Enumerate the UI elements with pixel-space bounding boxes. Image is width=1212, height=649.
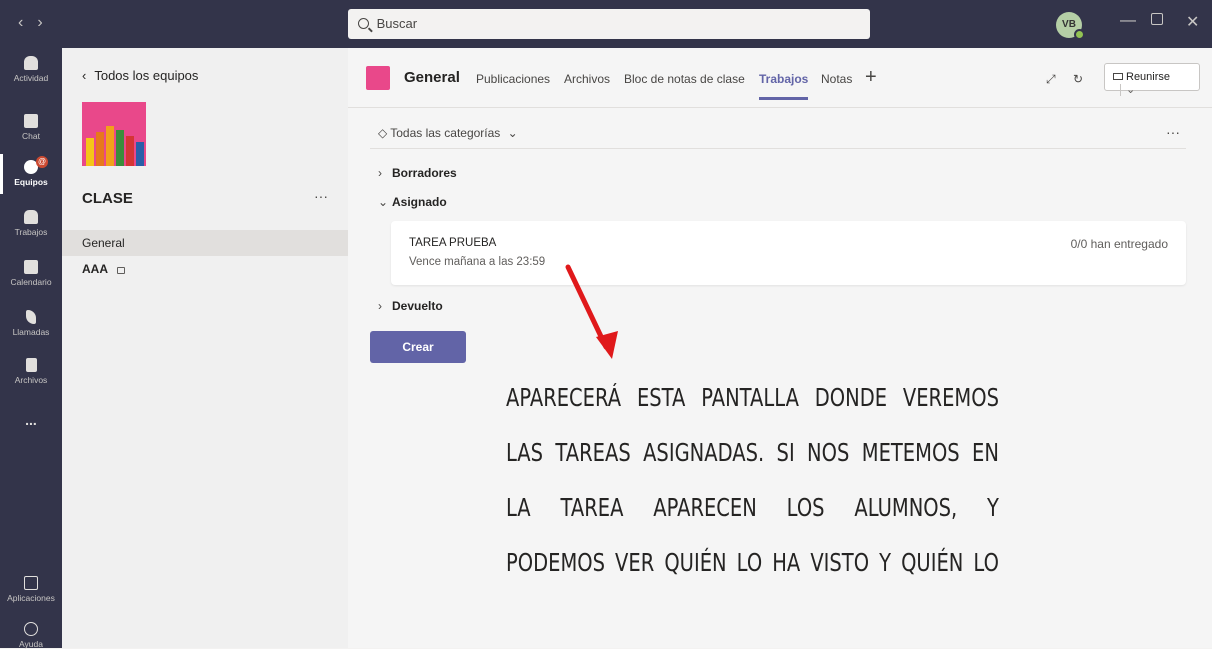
chevron-down-icon: ⌄ [378, 195, 389, 209]
rail-item-label: Trabajos [14, 227, 48, 237]
tab-bloc-de-notas[interactable]: Bloc de notas de clase [624, 72, 745, 86]
teams-panel: ‹ Todos los equipos CLASE ··· General AAA [62, 48, 348, 648]
chevron-left-icon: ‹ [82, 68, 87, 83]
rail-item-label: Archivos [14, 375, 48, 385]
pencil-shape [126, 136, 134, 166]
chevron-down-icon: ⌄ [507, 126, 518, 140]
tag-icon: ◇ [378, 126, 388, 140]
pencil-shape [116, 130, 124, 166]
back-to-teams-link[interactable]: ‹ Todos los equipos [82, 68, 198, 83]
tab-archivos[interactable]: Archivos [564, 72, 610, 86]
section-devuelto[interactable]: › Devuelto [378, 299, 443, 313]
rail-item-actividad[interactable]: Actividad [0, 56, 62, 83]
rail-item-label: Aplicaciones [7, 593, 55, 603]
search-input[interactable]: Buscar [348, 9, 870, 39]
phone-icon [26, 310, 36, 324]
close-button[interactable]: ✕ [1186, 12, 1199, 32]
maximize-button[interactable] [1151, 13, 1163, 25]
assignment-due: Vence mañana a las 23:59 [409, 256, 546, 268]
lock-icon [116, 267, 125, 274]
back-label: Todos los equipos [94, 68, 199, 83]
rail-item-equipos[interactable]: @ Equipos [0, 154, 62, 194]
channel-item-general[interactable]: General [62, 230, 348, 256]
assignment-title: TAREA PRUEBA [409, 237, 497, 249]
rail-item-label: Calendario [10, 277, 52, 287]
channel-title: General [404, 69, 460, 86]
expand-icon[interactable]: ⤢ [1046, 72, 1056, 87]
apps-icon [24, 576, 38, 590]
rail-item-trabajos[interactable]: Trabajos [0, 210, 62, 237]
pencil-shape [86, 138, 94, 166]
backpack-icon [24, 210, 38, 224]
chat-icon [24, 114, 38, 128]
annotation-line: LAS TAREAS ASIGNADAS. SI NOS METEMOS EN [506, 438, 999, 467]
section-label: Borradores [392, 166, 457, 180]
navigation-arrows[interactable]: ‹› [18, 14, 57, 32]
video-camera-icon [1113, 73, 1123, 80]
filter-label: Todas las categorías [390, 126, 501, 140]
help-icon [24, 622, 38, 636]
annotation-line: PODEMOS VER QUIÉN LO HA VISTO Y QUIÉN LO [506, 548, 999, 577]
rail-item-chat[interactable]: Chat [0, 114, 62, 141]
channel-image [366, 66, 390, 90]
chevron-down-icon[interactable]: ⌄ [1120, 84, 1136, 96]
title-bar: ‹› Buscar VB — ✕ [0, 0, 1212, 48]
minimize-button[interactable]: — [1120, 12, 1136, 30]
main-content: General Publicaciones Archivos Bloc de n… [348, 48, 1212, 648]
assignment-card[interactable]: TAREA PRUEBA Vence mañana a las 23:59 0/… [391, 221, 1186, 285]
channel-label: AAA [82, 262, 108, 276]
search-placeholder: Buscar [376, 16, 418, 31]
rail-item-label: Llamadas [12, 327, 50, 337]
file-icon [25, 358, 37, 372]
bell-icon [24, 56, 38, 70]
annotation-line: APARECERÁ ESTA PANTALLA DONDE VEREMOS [506, 383, 999, 412]
rail-item-label: Actividad [13, 73, 49, 83]
submission-count: 0/0 han entregado [1070, 237, 1168, 251]
meet-button[interactable]: Reunirse ⌄ [1104, 63, 1200, 96]
create-button[interactable]: Crear [370, 331, 466, 363]
channel-item-aaa[interactable]: AAA [62, 256, 348, 282]
more-apps-icon[interactable]: ... [0, 412, 62, 428]
avatar[interactable]: VB [1056, 12, 1085, 40]
app-rail: Actividad Chat @ Equipos Trabajos Calend… [0, 48, 62, 649]
team-image[interactable] [82, 102, 146, 166]
chevron-right-icon: › [378, 166, 382, 180]
rail-item-calendario[interactable]: Calendario [0, 260, 62, 287]
calendar-icon [24, 260, 38, 274]
mention-badge: @ [36, 156, 48, 168]
rail-item-llamadas[interactable]: Llamadas [0, 310, 62, 337]
team-name: CLASE [82, 190, 133, 207]
divider [370, 148, 1186, 149]
section-asignado[interactable]: ⌄ Asignado [378, 195, 447, 209]
pencil-shape [106, 126, 114, 166]
rail-item-ayuda[interactable]: Ayuda [0, 622, 62, 649]
pencil-shape [96, 132, 104, 166]
rail-item-label: Equipos [14, 177, 48, 187]
team-more-button[interactable]: ··· [314, 188, 328, 204]
avatar-initials: VB [1062, 19, 1076, 30]
add-tab-icon[interactable]: + [865, 66, 877, 89]
section-borradores[interactable]: › Borradores [378, 166, 457, 180]
tab-notas[interactable]: Notas [821, 72, 852, 86]
search-icon [358, 18, 369, 29]
section-label: Devuelto [392, 299, 443, 313]
rail-item-archivos[interactable]: Archivos [0, 358, 62, 385]
pencil-shape [136, 142, 144, 166]
annotation-line: LA TAREA APARECEN LOS ALUMNOS, Y [506, 493, 999, 522]
presence-available-icon [1074, 29, 1085, 40]
tab-publicaciones[interactable]: Publicaciones [476, 72, 550, 86]
refresh-icon[interactable]: ↻ [1073, 72, 1083, 86]
channel-header: General Publicaciones Archivos Bloc de n… [348, 48, 1212, 108]
rail-item-label: Chat [22, 131, 40, 141]
red-arrow-annotation [565, 264, 618, 359]
more-options-button[interactable]: ··· [1166, 124, 1180, 140]
channel-label: General [82, 236, 125, 250]
chevron-right-icon: › [378, 299, 382, 313]
section-label: Asignado [392, 195, 447, 209]
category-filter[interactable]: ◇ Todas las categorías ⌄ [378, 126, 518, 140]
annotation-text: APARECERÁ ESTA PANTALLA DONDE VEREMOS LA… [506, 370, 999, 590]
tab-trabajos[interactable]: Trabajos [759, 72, 809, 100]
meet-label: Reunirse [1126, 71, 1171, 83]
rail-item-aplicaciones[interactable]: Aplicaciones [0, 576, 62, 603]
